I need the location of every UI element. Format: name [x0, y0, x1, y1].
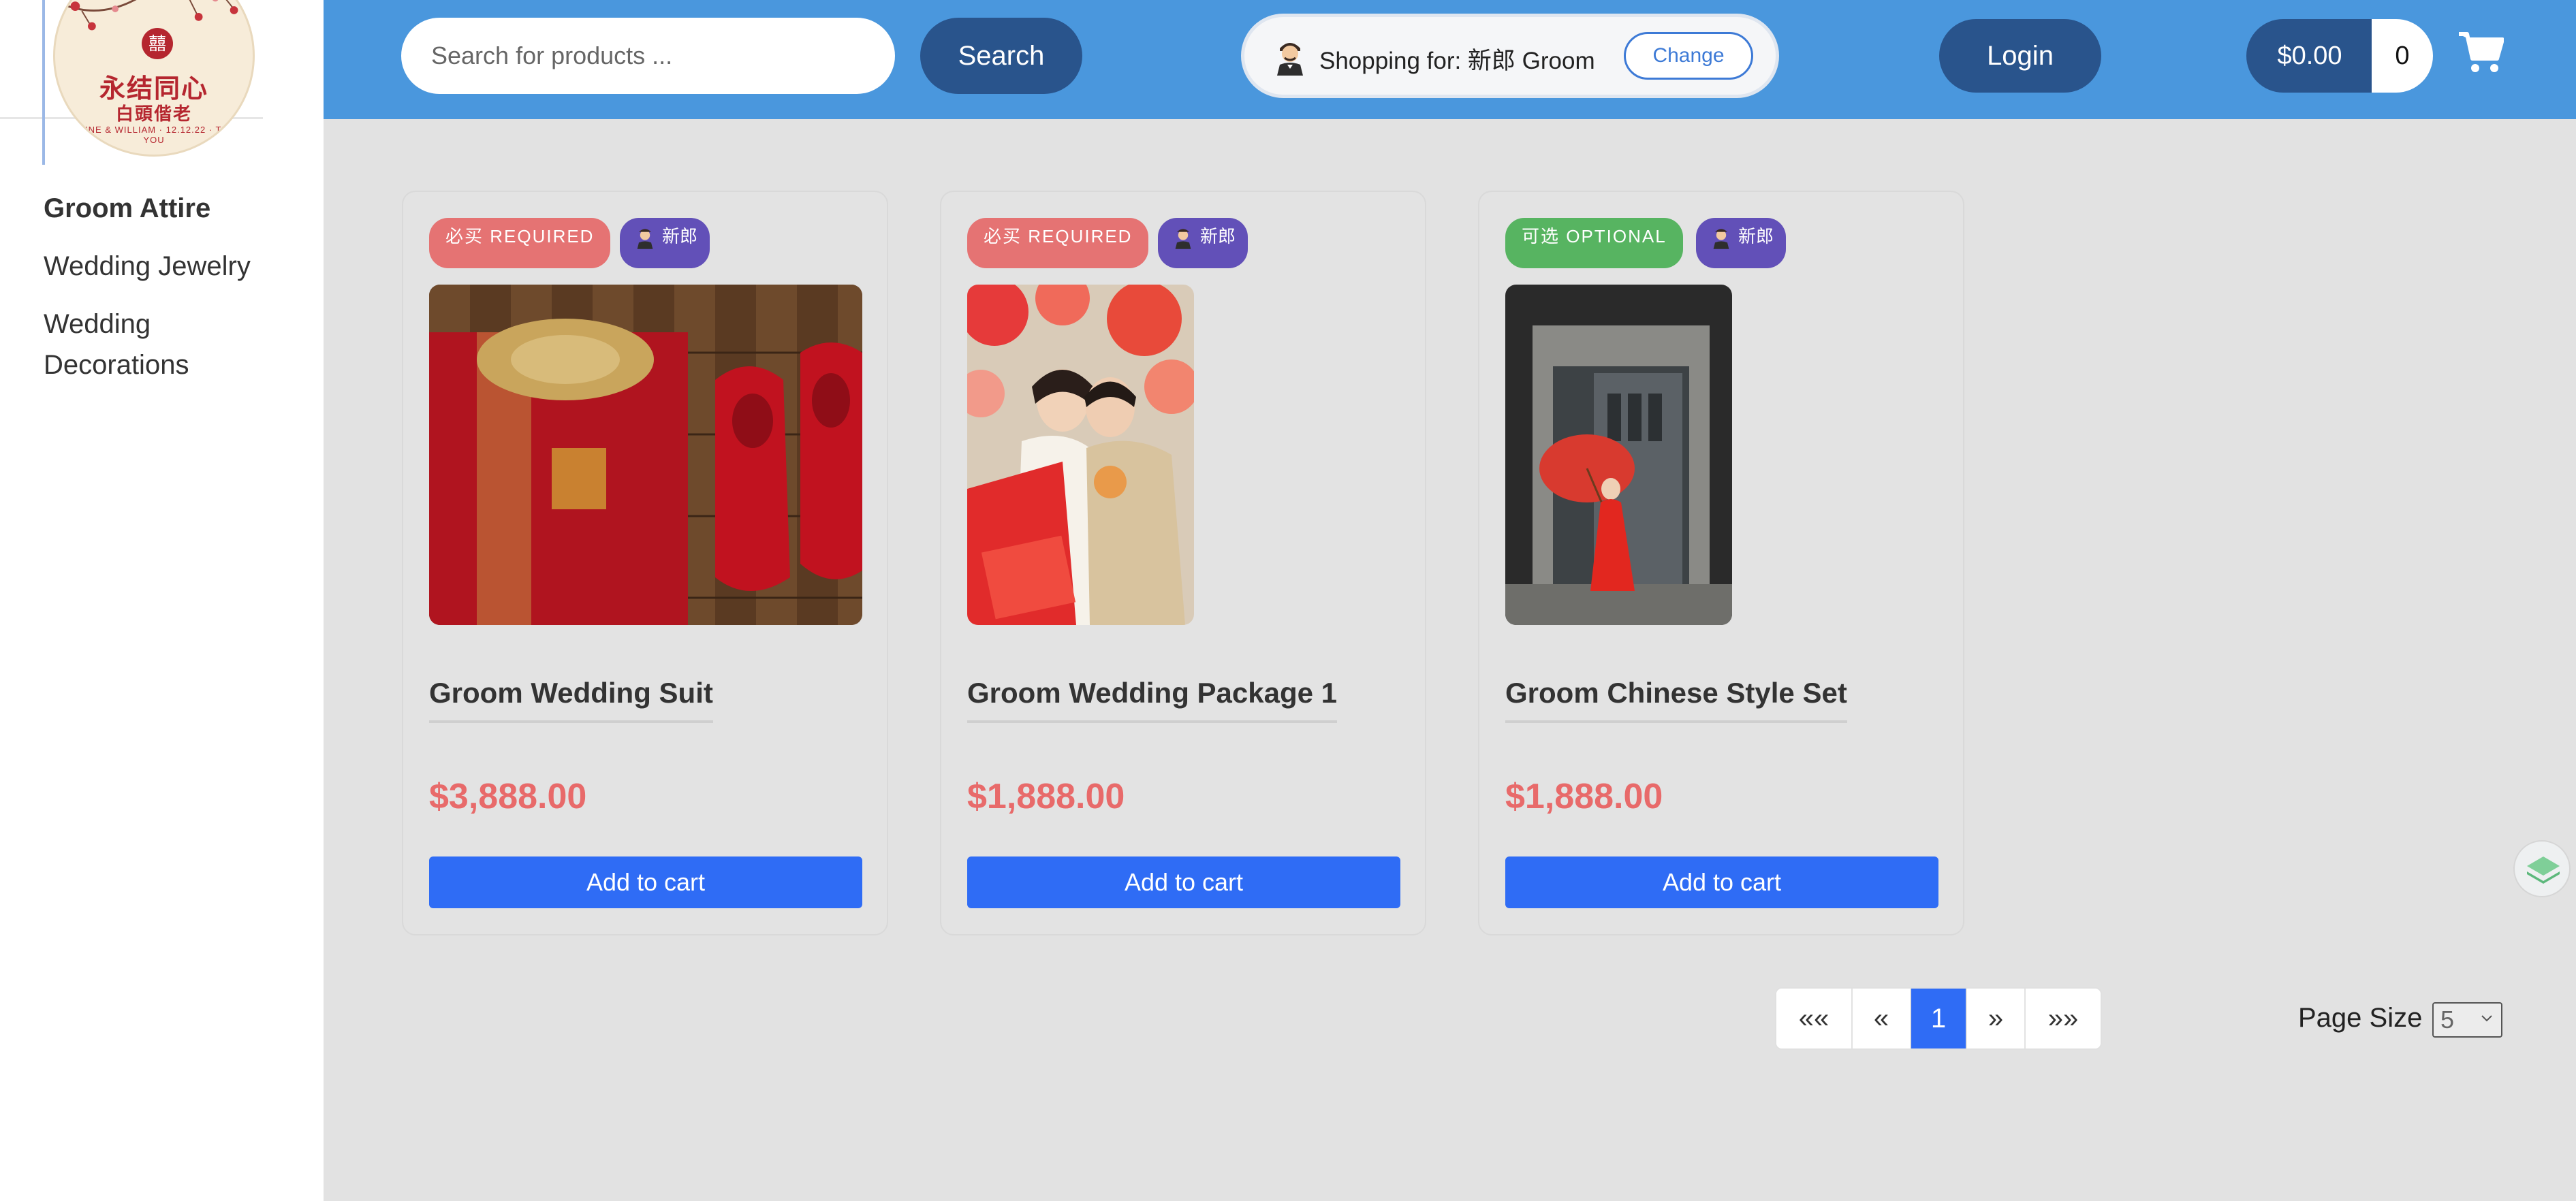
- role-badge: 新郎: [1696, 218, 1787, 268]
- product-title[interactable]: Groom Wedding Suit: [429, 677, 713, 723]
- shopping-for-text: Shopping for: 新郎 Groom: [1319, 48, 1595, 74]
- product-card: 必买 REQUIRED 新郎 Groom Wedding Package 1 $…: [940, 191, 1426, 935]
- role-badge: 新郎: [1158, 218, 1248, 268]
- product-price: $1,888.00: [1505, 777, 1663, 816]
- required-badge: 必买 REQUIRED: [967, 218, 1149, 268]
- groom-wedding-suit-image: [429, 285, 862, 625]
- page-size-select[interactable]: 5: [2432, 1002, 2502, 1038]
- required-badge: 必买 REQUIRED: [429, 218, 611, 268]
- role-badge: 新郎: [620, 218, 710, 268]
- groom-icon: [637, 229, 653, 249]
- product-image[interactable]: [429, 285, 862, 625]
- prev-page-button[interactable]: «: [1853, 989, 1911, 1048]
- product-price: $3,888.00: [429, 777, 587, 816]
- login-button[interactable]: Login: [1939, 19, 2101, 93]
- groom-wedding-package-image: [967, 285, 1194, 625]
- add-to-cart-button[interactable]: Add to cart: [967, 856, 1400, 908]
- cart-total[interactable]: $0.00: [2246, 19, 2373, 93]
- product-card: 可选 OPTIONAL 新郎 Groom Chinese Style Set $…: [1478, 191, 1964, 935]
- chevron-down-icon: [2481, 1015, 2492, 1022]
- search-button[interactable]: Search: [920, 18, 1082, 94]
- role-badge-label: 新郎: [1738, 226, 1774, 246]
- sidebar-item-groom-attire[interactable]: Groom Attire: [44, 188, 210, 229]
- product-image[interactable]: [967, 285, 1194, 625]
- groom-icon: [1713, 229, 1729, 249]
- groom-icon: [1175, 229, 1191, 249]
- product-title[interactable]: Groom Chinese Style Set: [1505, 677, 1847, 723]
- first-page-button[interactable]: ««: [1776, 989, 1853, 1048]
- add-to-cart-button[interactable]: Add to cart: [429, 856, 862, 908]
- sidebar-item-wedding-decorations-line2[interactable]: Decorations: [44, 345, 189, 385]
- groom-icon: [1277, 43, 1303, 76]
- product-card: 必买 REQUIRED 新郎 Groom Wedding Suit $3,888…: [402, 191, 888, 935]
- layers-icon: [2527, 856, 2560, 884]
- groom-chinese-style-set-image: [1505, 285, 1732, 625]
- logo-line-3: JASMINE & WILLIAM · 12.12.22 · THANK YOU: [59, 125, 249, 145]
- role-badge-label: 新郎: [1200, 226, 1236, 246]
- pagination: «« « 1 » »»: [1775, 987, 2102, 1050]
- next-page-button[interactable]: »: [1967, 989, 2026, 1048]
- logo-line-1: 永结同心: [99, 75, 208, 103]
- search-input[interactable]: [401, 18, 895, 94]
- shopping-for-pill: Shopping for: 新郎 Groom Change: [1241, 14, 1779, 98]
- product-title[interactable]: Groom Wedding Package 1: [967, 677, 1338, 723]
- last-page-button[interactable]: »»: [2026, 989, 2101, 1048]
- sidebar-item-wedding-decorations[interactable]: Wedding: [44, 304, 151, 345]
- page-size-value: 5: [2440, 1006, 2455, 1034]
- sidebar-item-wedding-jewelry[interactable]: Wedding Jewelry: [44, 246, 251, 287]
- shopping-cart-icon[interactable]: [2457, 30, 2504, 74]
- wedding-logo[interactable]: 囍 永结同心 白頭偕老 JASMINE & WILLIAM · 12.12.22…: [53, 0, 255, 157]
- page-size-label: Page Size: [2298, 1003, 2423, 1033]
- logo-divider: [42, 0, 45, 165]
- double-happiness-symbol: 囍: [142, 28, 173, 59]
- logo-line-2: 白頭偕老: [115, 103, 192, 124]
- add-to-cart-button[interactable]: Add to cart: [1505, 856, 1938, 908]
- page-1-button[interactable]: 1: [1911, 989, 1967, 1048]
- floating-layers-button[interactable]: [2513, 840, 2571, 897]
- role-badge-label: 新郎: [662, 226, 698, 246]
- change-role-button[interactable]: Change: [1624, 32, 1753, 80]
- product-price: $1,888.00: [967, 777, 1125, 816]
- sidebar: 囍 永结同心 白頭偕老 JASMINE & WILLIAM · 12.12.22…: [0, 0, 324, 1201]
- product-image[interactable]: [1505, 285, 1732, 625]
- optional-badge: 可选 OPTIONAL: [1505, 218, 1683, 268]
